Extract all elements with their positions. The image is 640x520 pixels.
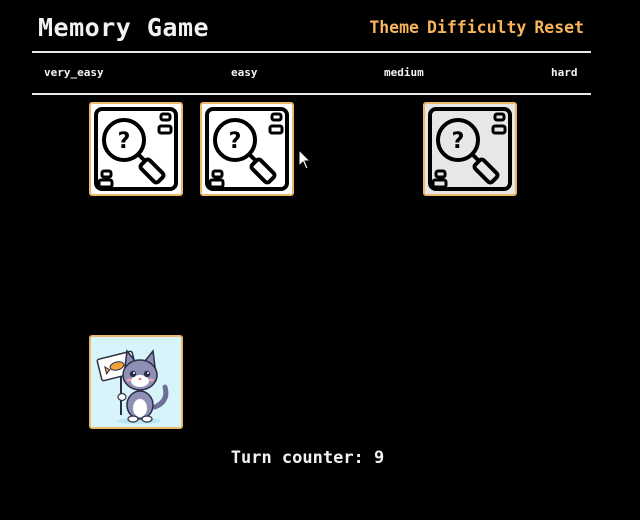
difficulty-levels: very_easy easy medium hard: [32, 62, 591, 84]
difficulty-button[interactable]: Difficulty: [427, 18, 526, 37]
cat-holding-fish-sign-icon: [96, 349, 169, 424]
search-question-icon: ?: [94, 107, 178, 191]
search-question-icon: ?: [428, 107, 512, 191]
level-medium[interactable]: medium: [384, 62, 424, 84]
reset-button[interactable]: Reset: [534, 18, 584, 37]
header: Memory Game Theme Difficulty Reset: [38, 12, 590, 44]
level-very-easy[interactable]: very_easy: [44, 62, 104, 84]
turn-counter: Turn counter: 9: [230, 448, 385, 468]
divider-top: [32, 51, 591, 53]
memory-card-revealed[interactable]: [89, 335, 183, 429]
svg-text:?: ?: [118, 129, 131, 154]
mouse-cursor-icon: [298, 149, 312, 170]
memory-card-hidden[interactable]: ?: [423, 102, 517, 196]
theme-button[interactable]: Theme: [369, 18, 419, 37]
memory-card-hidden[interactable]: ?: [89, 102, 183, 196]
divider-bottom: [32, 93, 591, 95]
memory-card-hidden[interactable]: ?: [200, 102, 294, 196]
level-hard[interactable]: hard: [551, 62, 578, 84]
svg-text:?: ?: [229, 129, 242, 154]
top-nav: Theme Difficulty Reset: [369, 12, 584, 44]
search-question-icon: ?: [205, 107, 289, 191]
svg-text:?: ?: [452, 129, 465, 154]
level-easy[interactable]: easy: [231, 62, 258, 84]
page-title: Memory Game: [38, 13, 210, 42]
